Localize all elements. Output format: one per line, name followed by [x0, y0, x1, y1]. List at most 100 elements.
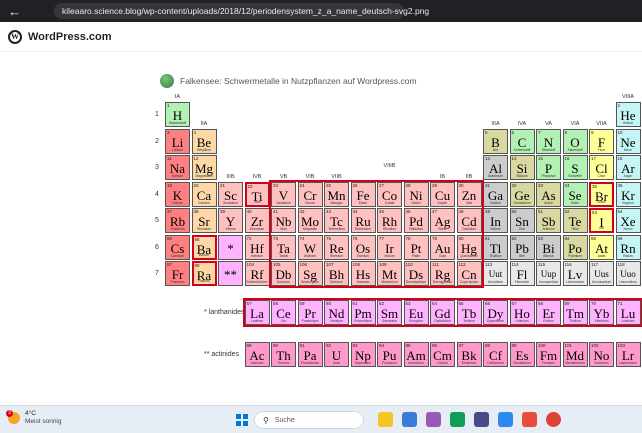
group-label: IVA [517, 120, 527, 127]
element-name: Thorium [277, 360, 290, 365]
element-name: Flerovium [514, 280, 530, 284]
element-name: Americium [408, 360, 424, 365]
element-name: Lithium [172, 147, 183, 152]
period-label: 6 [155, 243, 159, 251]
weather-temperature: 4°C [25, 410, 36, 417]
element-cell-np: 93 Np Neptunium [350, 341, 376, 367]
element-cell-mg: 12 Mg Magnesium [191, 155, 217, 180]
atomic-number: 56 [194, 236, 200, 242]
element-cell-ne: 10 Ne Neon [615, 128, 641, 154]
element-cell-cl: 17 Cl Chlor [589, 155, 614, 180]
element-name: Nobelium [594, 360, 609, 365]
element-cell-b: 5 B Bor [483, 128, 508, 154]
period-label: 7 [155, 270, 159, 277]
element-name: Curium [437, 360, 448, 365]
mail-icon[interactable] [498, 412, 513, 427]
element-cell-i: 53 I Iod [589, 208, 614, 233]
article-link[interactable]: Falkensee: Schwermetalle in Nutzpflanzen… [160, 74, 417, 88]
url-text: kileaaro.science.blog/wp-content/uploads… [62, 6, 430, 16]
element-cell-cs: 55 Cs Caesium [165, 234, 190, 260]
element-name: Magnesium [195, 174, 213, 178]
element-cell-s: 16 S Schwefel [562, 155, 588, 180]
store-icon[interactable] [474, 412, 489, 427]
element-cell-n: 7 N Stickstoff [536, 128, 561, 154]
element-name: Ununseptium [591, 280, 612, 284]
element-cell-po: 84 Po Polonium [562, 234, 588, 260]
element-name: Berkelium [461, 360, 477, 365]
element-name: Brom [597, 199, 606, 204]
element-name: Lawrencium [619, 360, 637, 365]
element-cell-md: 101 Md Mendelevium [562, 341, 588, 367]
atomic-number: 53 [592, 210, 598, 215]
copilot-icon[interactable] [426, 412, 441, 427]
element-cell-cm: 96 Cm Curium [430, 341, 455, 367]
element-cell-na: 11 Na Natrium [165, 155, 190, 180]
taskbar-search[interactable]: ⚲ Suche [254, 411, 364, 429]
atomic-number: 20 [193, 182, 199, 188]
element-cell-f: 9 F Fluor [589, 128, 614, 154]
period-label: 1 [155, 111, 159, 118]
element-name: Indium [490, 227, 501, 231]
element-name: Fermium [541, 360, 555, 365]
element-cell-sb: 51 Sb Antimon [536, 208, 561, 233]
element-cell-fm: 100 Fm Fermium [536, 341, 561, 367]
atomic-number: 86 [617, 235, 623, 241]
element-name: Ununtrium [487, 280, 504, 284]
element-cell-se: 34 Se Selen [562, 181, 588, 207]
atomic-number: 55 [167, 235, 173, 241]
edge-icon[interactable] [450, 412, 465, 427]
element-cell-uup: 115 Uup Ununpentium [536, 261, 561, 286]
element-name: Stickstoff [541, 147, 556, 152]
element-name: Selen [570, 200, 580, 205]
url-field[interactable]: kileaaro.science.blog/wp-content/uploads… [54, 3, 429, 19]
element-name: Zirconium [249, 227, 265, 231]
sun-icon: 3 [6, 410, 20, 424]
group-label: VIA [570, 120, 580, 127]
element-cell-fl: 114 Fl Flerovium [509, 261, 535, 286]
article-title[interactable]: Falkensee: Schwermetalle in Nutzpflanzen… [180, 76, 417, 86]
atomic-number: 10 [617, 129, 623, 135]
group-label: IIIA [491, 120, 500, 127]
atomic-number: 31 [485, 182, 491, 188]
windows-start-icon[interactable] [236, 414, 248, 426]
element-name: Antimon [542, 227, 555, 231]
element-cell-h: 1 H Wasserstoff [165, 102, 190, 127]
element-cell-ge: 32 Ge Germanium [509, 181, 535, 207]
weather-widget[interactable]: 3 4°C Meist sonnig [6, 410, 62, 426]
atomic-number: 22 [247, 183, 253, 189]
element-cell-rf: 104 Rf Rutherfordium [244, 261, 270, 286]
file-explorer-icon[interactable] [378, 412, 393, 427]
atomic-number: 21 [220, 182, 226, 188]
element-name: Radon [623, 253, 633, 258]
office-icon[interactable] [522, 412, 537, 427]
taskbar: 3 4°C Meist sonnig ⚲ Suche [0, 405, 642, 433]
period-label: 2 [155, 137, 159, 145]
back-arrow-icon[interactable]: ← [8, 4, 26, 19]
element-name: Francium [170, 280, 185, 284]
actinides-label: ** actinides [204, 350, 240, 358]
group-label: IIIB [226, 173, 235, 180]
atomic-number: 81 [485, 235, 491, 241]
wordpress-logo-icon[interactable]: W [8, 29, 22, 44]
atomic-number: 83 [538, 235, 544, 241]
widgets-icon[interactable] [402, 412, 417, 427]
element-cell-tl: 81 Tl Thallium [483, 234, 508, 260]
chrome-icon[interactable] [546, 412, 561, 427]
site-name[interactable]: WordPress.com [28, 31, 112, 43]
element-name: Radium [198, 279, 210, 283]
element-cell-th: 90 Th Thorium [271, 341, 296, 367]
element-name: Livermorium [565, 280, 585, 284]
period-label: 5 [155, 217, 159, 224]
element-name: Actinium [250, 360, 264, 365]
element-cell-he: 2 He Helium [615, 102, 641, 127]
atomic-number: 33 [538, 182, 544, 188]
element-name: Titan [253, 199, 261, 204]
element-name: Sauerstoff [567, 147, 583, 152]
element-cell-uut: 113 Uut Ununtrium [483, 261, 508, 286]
group-label: VIIIB [383, 162, 396, 169]
element-name: Aluminium [487, 174, 504, 178]
element-name: Ununoctium [619, 280, 637, 284]
element-name: Kohlenstoff [513, 147, 531, 152]
atomic-number: 1 [167, 103, 170, 108]
atomic-number: 7 [538, 129, 541, 135]
